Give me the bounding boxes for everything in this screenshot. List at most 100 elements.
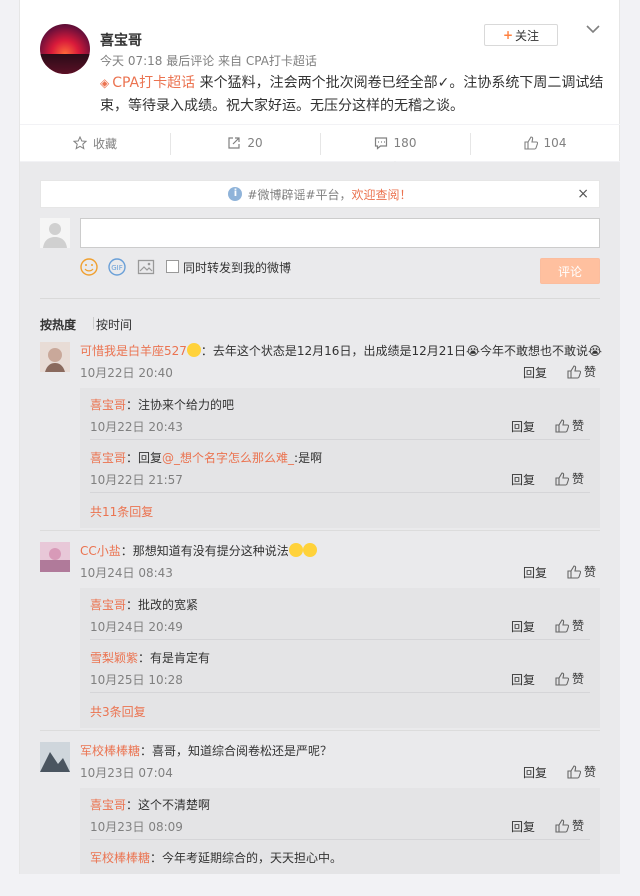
reply-author[interactable]: 喜宝哥 (90, 598, 126, 612)
comment-time: 10月24日 08:43 (80, 566, 173, 580)
comment-input[interactable] (80, 218, 600, 248)
reply-box: 喜宝哥：注协来个给力的吧 10月22日 20:43 回复 赞 喜宝哥：回复@_想… (80, 388, 600, 528)
weibo-post-card: 喜宝哥 今天 07:18 最后评论 来自 CPA打卡超话 + 关注 ◈ CPA打卡超… (19, 0, 620, 896)
divider (93, 317, 94, 329)
post-text: ◈ CPA打卡超话 来个猛料，注会两个批次阅卷已经全部✓。注协系统下周二调试结束，… (100, 72, 620, 118)
reply-button[interactable]: 回复 (523, 364, 547, 381)
thumbs-up-icon (555, 418, 569, 433)
reply-button[interactable]: 回复 (511, 671, 535, 688)
divider (90, 439, 590, 440)
like-reply-button[interactable]: 赞 (555, 617, 584, 634)
post-actions: 收藏 20 180 104 (20, 124, 620, 167)
divider (40, 298, 600, 299)
reply-time: 10月23日 08:09 (90, 820, 183, 834)
reply-button[interactable]: 回复 (511, 471, 535, 488)
thumbs-up-icon (567, 764, 581, 779)
svg-text:GIF: GIF (111, 264, 123, 272)
commenter-avatar[interactable] (40, 542, 70, 572)
plus-icon: + (502, 28, 514, 42)
reply-author[interactable]: 喜宝哥 (90, 451, 126, 465)
reply-body: ：注协来个给力的吧 (126, 398, 235, 412)
more-replies-link[interactable]: 共3条回复 (90, 703, 146, 720)
sort-by-hot[interactable]: 按热度 (40, 316, 76, 333)
reply-button[interactable]: 回复 (523, 564, 547, 581)
reply-body: ：这个不清楚啊 (126, 798, 211, 812)
divider (90, 839, 590, 840)
comment-text: 军校棒棒糖：喜哥，知道综合阅卷松还是严呢？ (80, 742, 332, 759)
commenter-name[interactable]: 可惜我是白羊座527 (80, 344, 187, 358)
reply-author[interactable]: 雪梨颖紫 (90, 651, 138, 665)
more-replies-link[interactable]: 共11条回复 (90, 503, 153, 520)
reply-body: ：批改的宽紧 (126, 598, 199, 612)
commenter-name[interactable]: CC小盐 (80, 544, 121, 558)
like-comment-button[interactable]: 赞 (567, 363, 596, 380)
user-avatar[interactable] (40, 24, 90, 74)
reply-body: ：今年考延期综合的，天天担心中。 (150, 851, 343, 865)
mention-link[interactable]: @_想个名字怎么那么难_ (162, 451, 294, 465)
reply-author[interactable]: 军校棒棒糖 (90, 851, 150, 865)
comment-text: 可惜我是白羊座527 ：去年这个状态是12月16日，出成绩是12月21日😭今年不敢… (80, 342, 602, 359)
thumbs-up-icon (555, 471, 569, 486)
divider (40, 530, 600, 531)
commenter-avatar[interactable] (40, 342, 70, 372)
reply-author[interactable]: 喜宝哥 (90, 398, 126, 412)
like-label: 赞 (572, 619, 585, 633)
submit-comment-button[interactable]: 评论 (540, 258, 600, 284)
thumbs-up-icon (555, 618, 569, 633)
notice-link[interactable]: 欢迎查阅！ (352, 186, 412, 203)
like-label: 赞 (572, 419, 585, 433)
post-username[interactable]: 喜宝哥 (100, 30, 142, 50)
topic-link[interactable]: CPA打卡超话 (112, 75, 195, 91)
gif-icon[interactable]: GIF (108, 258, 126, 276)
thumbs-up-icon (567, 364, 581, 379)
reply-time: 10月22日 20:43 (90, 420, 183, 434)
like-reply-button[interactable]: 赞 (555, 817, 584, 834)
reply-text: 军校棒棒糖：今年考延期综合的，天天担心中。 (90, 849, 342, 866)
my-avatar (40, 218, 70, 248)
image-icon[interactable] (137, 258, 155, 276)
repost-checkbox[interactable] (166, 260, 179, 273)
reply-button[interactable]: 回复 (511, 818, 535, 835)
like-label: 赞 (572, 472, 585, 486)
laugh-cry-emoji-icon (288, 543, 303, 557)
like-reply-button[interactable]: 赞 (555, 470, 584, 487)
laugh-cry-emoji-icon (302, 543, 317, 557)
commenter-name[interactable]: 军校棒棒糖 (80, 744, 140, 758)
post-meta: 今天 07:18 最后评论 来自 CPA打卡超话 (100, 54, 317, 68)
like-reply-button[interactable]: 赞 (555, 417, 584, 434)
comment-body: ：喜哥，知道综合阅卷松还是严呢？ (140, 744, 333, 758)
sort-by-time[interactable]: 按时间 (96, 316, 132, 333)
favorite-button[interactable]: 收藏 (20, 125, 170, 161)
commenter-avatar[interactable] (40, 742, 70, 772)
reply-button[interactable]: 回复 (523, 764, 547, 781)
page-footer-strip (0, 874, 640, 896)
emoji-icon[interactable] (80, 258, 98, 276)
repost-label: 同时转发到我的微博 (183, 261, 292, 275)
follow-button[interactable]: + 关注 (484, 24, 558, 46)
comment-count: 180 (393, 136, 417, 150)
reply-author[interactable]: 喜宝哥 (90, 798, 126, 812)
thumbs-up-icon (555, 671, 569, 686)
close-icon[interactable]: × (577, 186, 589, 202)
reply-text: 喜宝哥：注协来个给力的吧 (90, 396, 234, 413)
repost-count: 20 (247, 136, 263, 150)
like-comment-button[interactable]: 赞 (567, 763, 596, 780)
comment-body: ：去年这个状态是12月16日，出成绩是12月21日😭今年不敢想也不敢说😭 (200, 344, 603, 358)
favorite-label: 收藏 (92, 136, 117, 151)
like-label: 赞 (584, 765, 597, 779)
repost-button[interactable]: 20 (170, 125, 320, 161)
thumbs-up-icon (523, 136, 538, 150)
comment-button[interactable]: 180 (320, 125, 470, 167)
like-reply-button[interactable]: 赞 (555, 670, 584, 687)
like-label: 赞 (584, 365, 597, 379)
like-comment-button[interactable]: 赞 (567, 563, 596, 580)
divider (40, 730, 600, 731)
reply-button[interactable]: 回复 (511, 618, 535, 635)
reply-time: 10月24日 20:49 (90, 620, 183, 634)
reply-text: 雪梨颖紫：有是肯定有 (90, 649, 210, 666)
reply-button[interactable]: 回复 (511, 418, 535, 435)
chevron-down-icon[interactable] (586, 24, 600, 34)
like-button[interactable]: 104 (470, 125, 620, 161)
reply-prefix: ：回复 (126, 451, 163, 465)
comment-time: 10月23日 07:04 (80, 766, 173, 780)
